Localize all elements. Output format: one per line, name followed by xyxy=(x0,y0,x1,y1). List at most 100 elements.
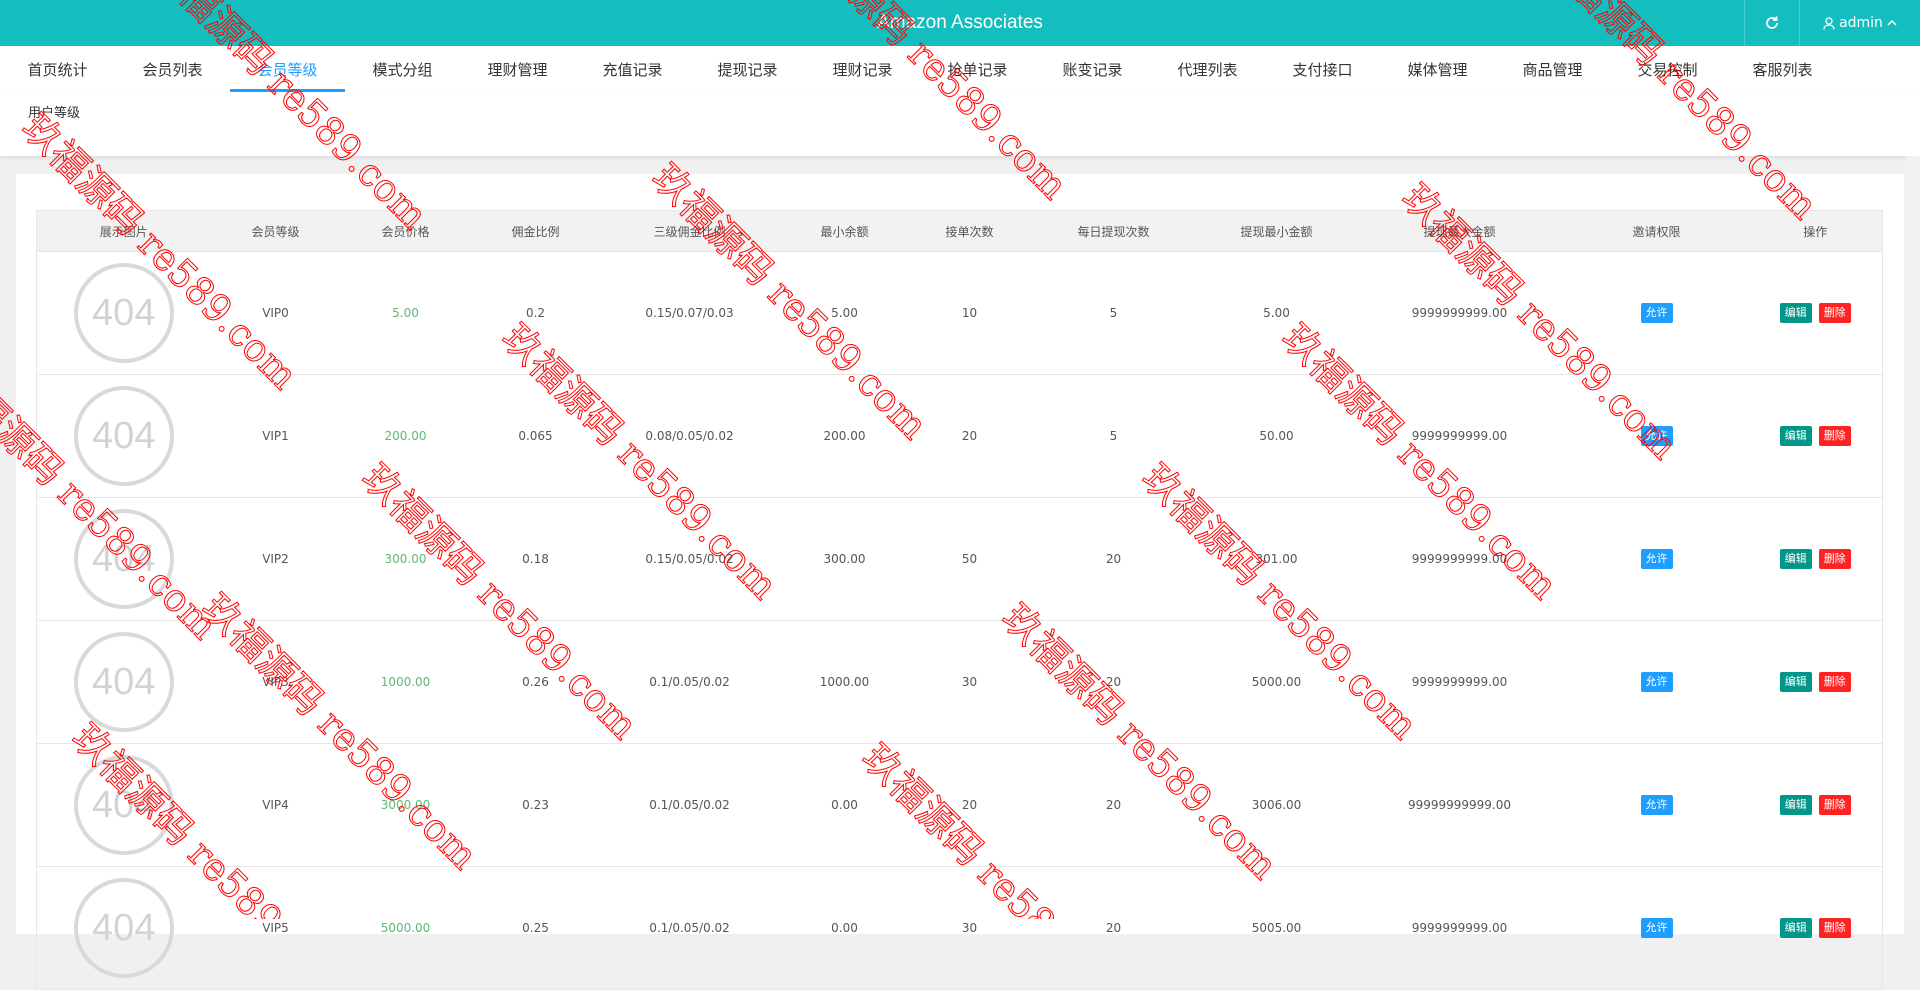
invite-permission-badge[interactable]: 允许 xyxy=(1640,795,1673,815)
edit-button[interactable]: 编辑 xyxy=(1779,795,1812,815)
cell-min-balance: 0.00 xyxy=(778,743,911,867)
user-icon xyxy=(1823,16,1835,30)
column-header: 邀请权限 xyxy=(1564,210,1749,252)
image-cell: 404 xyxy=(36,620,211,744)
nav-tab-1[interactable]: 会员列表 xyxy=(115,46,230,94)
cell-price: 300.00 xyxy=(340,497,471,621)
cell-withdraw-max: 9999999999.00 xyxy=(1354,374,1565,498)
nav-tab-7[interactable]: 理财记录 xyxy=(805,46,920,94)
cell-orders: 30 xyxy=(910,620,1029,744)
app-title: Amazon Associates xyxy=(877,12,1043,33)
nav-tab-8[interactable]: 抢单记录 xyxy=(920,46,1035,94)
column-header: 提现最小金额 xyxy=(1198,210,1355,252)
column-header: 三级佣金比例 xyxy=(600,210,779,252)
cell-tier: 0.08/0.05/0.02 xyxy=(600,374,779,498)
column-header: 最小余额 xyxy=(778,210,911,252)
image-cell: 404 xyxy=(36,866,211,990)
cell-price: 5.00 xyxy=(340,251,471,375)
nav-tab-4[interactable]: 理财管理 xyxy=(460,46,575,94)
cell-tier: 0.1/0.05/0.02 xyxy=(600,866,779,990)
cell-commission: 0.26 xyxy=(470,620,601,744)
refresh-button[interactable] xyxy=(1744,0,1799,46)
delete-button[interactable]: 删除 xyxy=(1818,672,1851,692)
missing-image-placeholder: 404 xyxy=(73,509,174,609)
delete-button[interactable]: 删除 xyxy=(1818,549,1851,569)
chevron-up-icon xyxy=(1887,19,1897,26)
page-scrollbar[interactable] xyxy=(1906,156,1920,919)
cell-price: 5000.00 xyxy=(340,866,471,990)
image-cell: 404 xyxy=(36,374,211,498)
invite-permission-badge[interactable]: 允许 xyxy=(1640,426,1673,446)
nav-tab-14[interactable]: 交易控制 xyxy=(1610,46,1725,94)
cell-commission: 0.065 xyxy=(470,374,601,498)
delete-button[interactable]: 删除 xyxy=(1818,303,1851,323)
edit-button[interactable]: 编辑 xyxy=(1779,426,1812,446)
nav-tab-0[interactable]: 首页统计 xyxy=(0,46,115,94)
edit-button[interactable]: 编辑 xyxy=(1779,672,1812,692)
user-menu[interactable]: admin xyxy=(1799,0,1920,46)
nav-tab-9[interactable]: 账变记录 xyxy=(1035,46,1150,94)
nav-tab-5[interactable]: 充值记录 xyxy=(575,46,690,94)
cell-level: VIP0 xyxy=(210,251,341,375)
nav-tab-15[interactable]: 客服列表 xyxy=(1725,46,1840,94)
cell-commission: 0.2 xyxy=(470,251,601,375)
image-cell: 404 xyxy=(36,743,211,867)
edit-button[interactable]: 编辑 xyxy=(1779,303,1812,323)
missing-image-placeholder: 404 xyxy=(73,878,174,978)
cell-withdraw-min: 3006.00 xyxy=(1198,743,1355,867)
table-row: 404 VIP1 200.00 0.065 0.08/0.05/0.02 200.00 20… xyxy=(36,374,1883,498)
level-table: 展示图片 会员等级 会员价格 佣金比例 三级佣金比例 最小余额 接单次数 每日提现次数 提现最小… xyxy=(36,210,1883,990)
breadcrumb-bar: 用户等级 xyxy=(0,94,1920,156)
edit-button[interactable]: 编辑 xyxy=(1779,918,1812,938)
cell-orders: 50 xyxy=(910,497,1029,621)
column-header: 操作 xyxy=(1748,210,1883,252)
invite-permission-badge[interactable]: 允许 xyxy=(1640,918,1673,938)
invite-permission-badge[interactable]: 允许 xyxy=(1640,303,1673,323)
invite-permission-badge[interactable]: 允许 xyxy=(1640,672,1673,692)
actions-cell: 编辑 删除 xyxy=(1748,743,1883,867)
cell-level: VIP5 xyxy=(210,866,341,990)
nav-tab-10[interactable]: 代理列表 xyxy=(1150,46,1265,94)
missing-image-placeholder: 404 xyxy=(73,386,174,486)
main-nav: 首页统计 会员列表 会员等级 模式分组 理财管理 充值记录 提现记录 理财记录 抢单记录 账变记录… xyxy=(0,46,1920,95)
cell-withdraw-max: 9999999999.00 xyxy=(1354,251,1565,375)
missing-image-placeholder: 404 xyxy=(73,632,174,732)
cell-withdraw-max: 9999999999.00 xyxy=(1354,620,1565,744)
cell-daily-withdraw: 20 xyxy=(1028,743,1199,867)
cell-price: 3000.00 xyxy=(340,743,471,867)
edit-button[interactable]: 编辑 xyxy=(1779,549,1812,569)
nav-tab-13[interactable]: 商品管理 xyxy=(1495,46,1610,94)
cell-orders: 20 xyxy=(910,743,1029,867)
invite-cell: 允许 xyxy=(1564,497,1749,621)
table-row: 404 VIP0 5.00 0.2 0.15/0.07/0.03 5.00 10 5 5.00 9… xyxy=(36,251,1883,375)
invite-cell: 允许 xyxy=(1564,620,1749,744)
nav-tab-12[interactable]: 媒体管理 xyxy=(1380,46,1495,94)
cell-min-balance: 0.00 xyxy=(778,866,911,990)
cell-tier: 0.15/0.07/0.03 xyxy=(600,251,779,375)
delete-button[interactable]: 删除 xyxy=(1818,426,1851,446)
cell-min-balance: 5.00 xyxy=(778,251,911,375)
actions-cell: 编辑 删除 xyxy=(1748,497,1883,621)
actions-cell: 编辑 删除 xyxy=(1748,866,1883,990)
image-cell: 404 xyxy=(36,251,211,375)
cell-commission: 0.23 xyxy=(470,743,601,867)
column-header: 每日提现次数 xyxy=(1028,210,1199,252)
delete-button[interactable]: 删除 xyxy=(1818,795,1851,815)
nav-tab-2[interactable]: 会员等级 xyxy=(230,46,345,94)
cell-withdraw-min: 5000.00 xyxy=(1198,620,1355,744)
nav-tab-6[interactable]: 提现记录 xyxy=(690,46,805,94)
table-header-row: 展示图片 会员等级 会员价格 佣金比例 三级佣金比例 最小余额 接单次数 每日提现次数 提现最小… xyxy=(36,210,1883,252)
nav-tab-3[interactable]: 模式分组 xyxy=(345,46,460,94)
column-header: 佣金比例 xyxy=(470,210,601,252)
cell-daily-withdraw: 20 xyxy=(1028,620,1199,744)
delete-button[interactable]: 删除 xyxy=(1818,918,1851,938)
cell-commission: 0.25 xyxy=(470,866,601,990)
nav-tab-11[interactable]: 支付接口 xyxy=(1265,46,1380,94)
breadcrumb: 用户等级 xyxy=(28,106,81,121)
cell-price: 200.00 xyxy=(340,374,471,498)
cell-level: VIP2 xyxy=(210,497,341,621)
invite-permission-badge[interactable]: 允许 xyxy=(1640,549,1673,569)
cell-tier: 0.1/0.05/0.02 xyxy=(600,743,779,867)
table-row: 404 VIP3 1000.00 0.26 0.1/0.05/0.02 1000.00 30… xyxy=(36,620,1883,744)
cell-tier: 0.15/0.05/0.02 xyxy=(600,497,779,621)
